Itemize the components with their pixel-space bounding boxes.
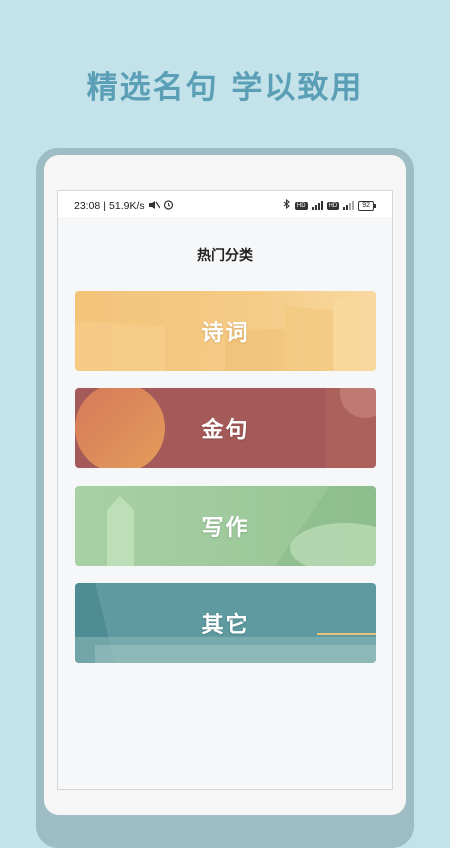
category-label-writing: 写作: [201, 516, 250, 541]
status-speed: 51.9K/s: [109, 200, 145, 212]
category-label-others: 其它: [201, 613, 250, 638]
category-card-quotes[interactable]: 金句: [75, 388, 376, 468]
hd-badge: HD: [294, 201, 308, 210]
signal-5g-icon: [311, 201, 323, 210]
battery-indicator: 92: [358, 200, 376, 211]
mute-icon: [148, 200, 161, 213]
section-title: 热门分类: [197, 248, 253, 264]
signal-4g-icon: [343, 201, 355, 210]
category-card-writing[interactable]: 写作: [75, 486, 376, 566]
alarm-icon: [163, 199, 174, 213]
hd-badge-2: HD: [326, 201, 340, 210]
category-label-poetry: 诗词: [201, 321, 250, 346]
app-screen: 23:08 | 51.9K/s HD HD 92 热门分类 诗词 金句 写作 其…: [57, 190, 393, 790]
category-card-poetry[interactable]: 诗词: [75, 291, 376, 371]
category-label-quotes: 金句: [201, 418, 250, 443]
status-time: 23:08: [74, 200, 101, 212]
bluetooth-icon: [283, 198, 291, 212]
promo-headline: 精选名句 学以致用: [86, 70, 364, 106]
category-card-others[interactable]: 其它: [75, 583, 376, 663]
status-separator: |: [103, 200, 107, 212]
status-bar: 23:08 | 51.9K/s HD HD 92: [58, 191, 392, 217]
